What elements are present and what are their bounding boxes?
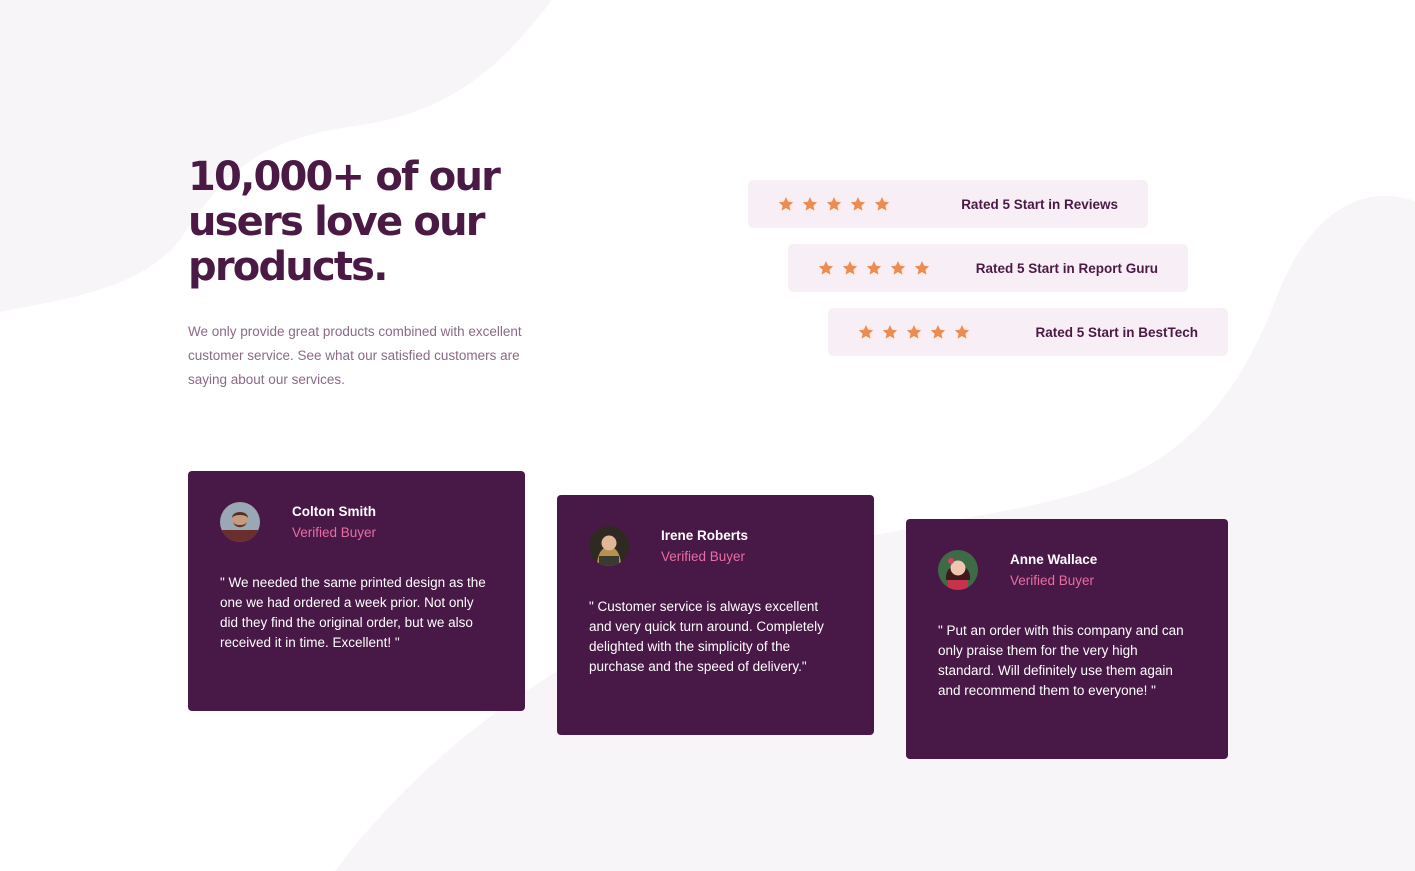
- page-headline: 10,000+ of our users love our products.: [188, 154, 501, 290]
- intro-description: We only provide great products combined …: [188, 324, 522, 387]
- testimonial-header: Colton Smith Verified Buyer: [220, 501, 493, 543]
- star-icon: [858, 325, 874, 339]
- rating-besttech: Rated 5 Start in BestTech: [828, 308, 1228, 356]
- testimonial-quote: " We needed the same printed design as t…: [220, 575, 486, 650]
- rating-reviews: Rated 5 Start in Reviews: [748, 180, 1148, 228]
- star-icon: [826, 197, 842, 211]
- star-icon: [930, 325, 946, 339]
- avatar: [589, 526, 629, 566]
- buyer-name: Colton Smith: [292, 504, 376, 519]
- buyer-info: Irene Roberts Verified Buyer: [661, 525, 748, 567]
- buyer-name: Irene Roberts: [661, 528, 749, 543]
- avatar: [938, 550, 978, 590]
- rating-label: Rated 5 Start in Reviews: [961, 196, 1118, 212]
- buyer-status: Verified Buyer: [661, 549, 746, 564]
- intro-section: 10,000+ of our users love our products. …: [188, 155, 548, 392]
- star-icon: [802, 197, 818, 211]
- avatar: [220, 502, 260, 542]
- rating-label: Rated 5 Start in Report Guru: [975, 260, 1158, 276]
- star-icon: [914, 261, 930, 275]
- testimonial-card-colton: Colton Smith Verified Buyer " We needed …: [188, 471, 525, 711]
- buyer-info: Colton Smith Verified Buyer: [292, 501, 376, 543]
- buyer-info: Anne Wallace Verified Buyer: [1010, 549, 1097, 591]
- star-rating: [858, 324, 970, 340]
- star-icon: [850, 197, 866, 211]
- star-icon: [842, 261, 858, 275]
- testimonials-page: 10,000+ of our users love our products. …: [0, 0, 1415, 871]
- rating-label: Rated 5 Start in BestTech: [1035, 324, 1198, 340]
- buyer-name: Anne Wallace: [1010, 552, 1098, 567]
- star-icon: [882, 325, 898, 339]
- testimonial-card-irene: Irene Roberts Verified Buyer " Customer …: [557, 495, 874, 735]
- star-icon: [866, 261, 882, 275]
- star-icon: [778, 197, 794, 211]
- star-icon: [818, 261, 834, 275]
- testimonial-quote: " Put an order with this company and can…: [938, 623, 1184, 698]
- buyer-status: Verified Buyer: [292, 525, 377, 540]
- testimonial-card-anne: Anne Wallace Verified Buyer " Put an ord…: [906, 519, 1228, 759]
- testimonial-header: Irene Roberts Verified Buyer: [589, 525, 842, 567]
- star-icon: [954, 325, 970, 339]
- star-icon: [874, 197, 890, 211]
- testimonial-quote: " Customer service is always excellent a…: [589, 599, 824, 674]
- star-rating: [818, 260, 930, 276]
- star-rating: [778, 196, 890, 212]
- rating-report-guru: Rated 5 Start in Report Guru: [788, 244, 1188, 292]
- buyer-status: Verified Buyer: [1010, 573, 1095, 588]
- star-icon: [906, 325, 922, 339]
- testimonial-header: Anne Wallace Verified Buyer: [938, 549, 1196, 591]
- star-icon: [890, 261, 906, 275]
